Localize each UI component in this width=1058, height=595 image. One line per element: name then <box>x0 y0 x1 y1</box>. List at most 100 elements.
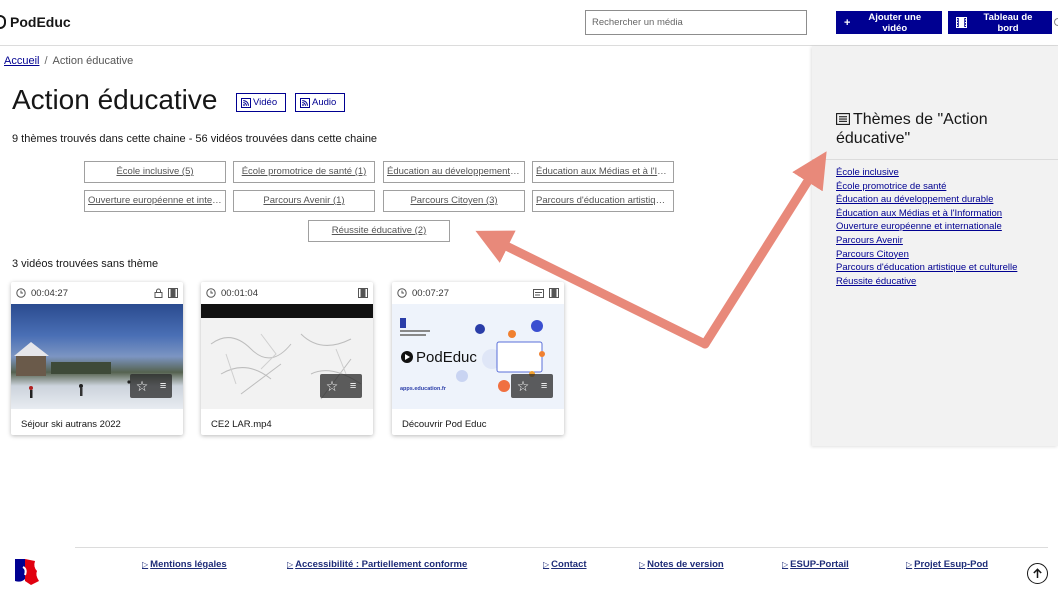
clock-icon <box>397 288 407 298</box>
themes-sidebar: Thèmes de "Action éducative" École inclu… <box>812 46 1058 446</box>
list-icon <box>836 113 850 125</box>
video-card[interactable]: 00:01:04 ☆ ≡ CE2 LAR.mp4 <box>201 282 373 435</box>
list-item: École inclusive <box>836 166 1017 180</box>
breadcrumb-separator: / <box>44 55 48 67</box>
card-actions: ☆ ≡ <box>511 374 553 398</box>
dashboard-button[interactable]: Tableau de bord <box>948 11 1052 34</box>
sidebar-theme-link[interactable]: Réussite éducative <box>836 276 916 287</box>
video-title[interactable]: Séjour ski autrans 2022 <box>11 409 183 430</box>
footer-link-esup-portail[interactable]: ▷ ESUP-Portail <box>782 559 849 570</box>
star-icon[interactable]: ☆ <box>326 379 339 393</box>
arrow-up-icon <box>1033 568 1042 578</box>
triangle-right-icon: ▷ <box>639 560 646 569</box>
footer-link-contact[interactable]: ▷ Contact <box>543 559 587 570</box>
list-item: Ouverture européenne et internationale <box>836 220 1017 234</box>
sidebar-theme-link[interactable]: Éducation aux Médias et à l'Information <box>836 208 1002 219</box>
lock-icon <box>154 288 163 298</box>
video-duration: 00:07:27 <box>412 287 449 299</box>
triangle-right-icon: ▷ <box>287 560 294 569</box>
pod-logo-icon <box>0 15 6 29</box>
triangle-right-icon: ▷ <box>782 560 789 569</box>
breadcrumb-current: Action éducative <box>52 55 134 67</box>
back-to-top-button[interactable] <box>1027 563 1048 584</box>
menu-icon[interactable]: ≡ <box>350 380 356 392</box>
film-icon <box>168 288 178 298</box>
dashboard-label: Tableau de bord <box>983 11 1033 34</box>
add-video-button[interactable]: + Ajouter une vidéo <box>836 11 942 34</box>
brand-name: PodEduc <box>10 14 71 30</box>
video-duration: 00:01:04 <box>221 287 258 299</box>
video-card[interactable]: 00:04:27 ☆ ≡ Séjour ski autrans 2022 <box>11 282 183 435</box>
menu-icon[interactable]: ≡ <box>160 380 166 392</box>
star-icon[interactable]: ☆ <box>517 379 530 393</box>
marianne-logo-icon <box>11 557 41 590</box>
sidebar-theme-link[interactable]: École promotrice de santé <box>836 181 946 192</box>
list-item: Parcours d'éducation artistique et cultu… <box>836 261 1017 275</box>
footer-divider <box>75 547 1048 548</box>
footer-link-mentions[interactable]: ▷ Mentions légales <box>142 559 227 570</box>
triangle-right-icon: ▷ <box>142 560 149 569</box>
page-title: Action éducative <box>12 84 218 115</box>
video-duration: 00:04:27 <box>31 287 68 299</box>
sidebar-theme-link[interactable]: Éducation au développement durable <box>836 194 993 205</box>
footer-link-esup-pod[interactable]: ▷ Projet Esup-Pod <box>906 559 988 570</box>
video-thumbnail[interactable]: ☆ ≡ <box>11 304 183 409</box>
video-card[interactable]: 00:07:27 PodEduc apps.education.fr ☆ ≡ D… <box>392 282 564 435</box>
subtitles-icon <box>533 288 544 298</box>
card-actions: ☆ ≡ <box>320 374 362 398</box>
theme-button[interactable]: Parcours d'éducation artistique et cultu… <box>532 190 674 212</box>
no-theme-count: 3 vidéos trouvées sans thème <box>12 258 159 270</box>
sidebar-theme-link[interactable]: Parcours d'éducation artistique et cultu… <box>836 262 1017 273</box>
breadcrumb: Accueil / Action éducative <box>4 55 133 67</box>
user-menu-icon[interactable] <box>1054 18 1058 26</box>
star-icon[interactable]: ☆ <box>136 379 149 393</box>
sidebar-theme-link[interactable]: Parcours Citoyen <box>836 249 909 260</box>
list-item: Parcours Avenir <box>836 234 1017 248</box>
footer-link-release-notes[interactable]: ▷ Notes de version <box>639 559 724 570</box>
rss-video-label: Vidéo <box>253 97 278 108</box>
breadcrumb-home-link[interactable]: Accueil <box>4 55 39 67</box>
list-item: Éducation aux Médias et à l'Information <box>836 207 1017 221</box>
rss-icon <box>241 97 251 108</box>
list-item: Parcours Citoyen <box>836 248 1017 262</box>
rss-audio-label: Audio <box>312 97 337 108</box>
card-header: 00:07:27 <box>392 282 564 304</box>
clock-icon <box>16 288 26 298</box>
search-input[interactable] <box>585 10 807 35</box>
footer-link-accessibility[interactable]: ▷ Accessibilité : Partiellement conforme <box>287 559 467 570</box>
brand[interactable]: PodEduc <box>0 14 71 30</box>
clock-icon <box>206 288 216 298</box>
theme-button[interactable]: Parcours Avenir (1) <box>233 190 375 212</box>
sidebar-theme-list: École inclusive École promotrice de sant… <box>836 166 1017 288</box>
theme-button[interactable]: Éducation aux Médias et à l'Information … <box>532 161 674 183</box>
podeduc-logo-text: PodEduc <box>416 349 477 366</box>
add-video-label: Ajouter une vidéo <box>868 11 922 34</box>
video-title[interactable]: CE2 LAR.mp4 <box>201 409 373 430</box>
rss-icon <box>300 97 310 108</box>
channel-summary: 9 thèmes trouvés dans cette chaine - 56 … <box>12 133 378 145</box>
theme-button[interactable]: Réussite éducative (2) <box>308 220 450 242</box>
plus-icon: + <box>844 16 851 29</box>
video-thumbnail[interactable]: ☆ ≡ <box>201 304 373 409</box>
theme-button[interactable]: École promotrice de santé (1) <box>233 161 375 183</box>
film-icon <box>956 17 967 28</box>
video-thumbnail[interactable]: PodEduc apps.education.fr ☆ ≡ <box>392 304 564 409</box>
sidebar-title: Thèmes de "Action éducative" <box>836 111 988 147</box>
menu-icon[interactable]: ≡ <box>541 380 547 392</box>
podeduc-site-text: apps.education.fr <box>400 386 446 392</box>
sidebar-divider <box>812 159 1058 160</box>
triangle-right-icon: ▷ <box>906 560 913 569</box>
theme-button[interactable]: Parcours Citoyen (3) <box>383 190 525 212</box>
list-item: Réussite éducative <box>836 275 1017 289</box>
rss-audio-button[interactable]: Audio <box>295 93 345 112</box>
theme-button[interactable]: Ouverture européenne et internationale (… <box>84 190 226 212</box>
video-title[interactable]: Découvrir Pod Educ <box>392 409 564 430</box>
top-header: PodEduc + Ajouter une vidéo Tableau de b… <box>0 0 1058 46</box>
sidebar-theme-link[interactable]: École inclusive <box>836 167 899 178</box>
theme-button[interactable]: École inclusive (5) <box>84 161 226 183</box>
rss-video-button[interactable]: Vidéo <box>236 93 286 112</box>
theme-button[interactable]: Éducation au développement durable (8) <box>383 161 525 183</box>
triangle-right-icon: ▷ <box>543 560 550 569</box>
sidebar-theme-link[interactable]: Ouverture européenne et internationale <box>836 221 1002 232</box>
sidebar-theme-link[interactable]: Parcours Avenir <box>836 235 903 246</box>
